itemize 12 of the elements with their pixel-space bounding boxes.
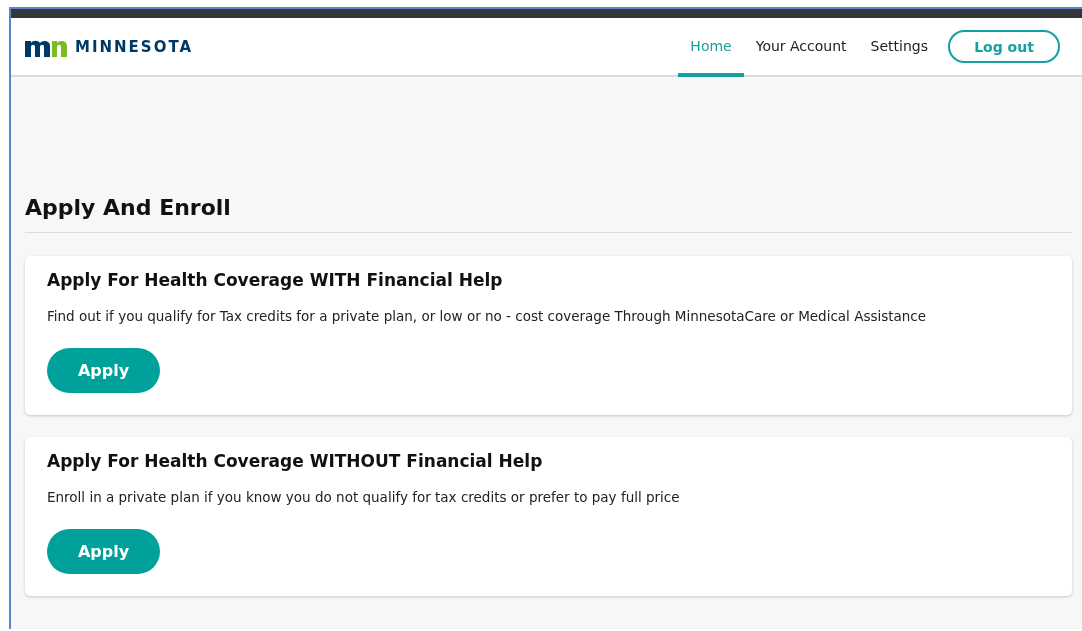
nav-tab[interactable]: Your Account (743, 18, 859, 77)
card-title: Apply For Health Coverage WITHOUT Financial Help (47, 451, 544, 471)
nav-tab[interactable]: Home (678, 18, 744, 77)
apply-button[interactable]: Apply (47, 348, 160, 393)
logout-button[interactable]: Log out (948, 30, 1060, 63)
nav-tab[interactable]: Settings (858, 18, 940, 77)
card-description: Enroll in a private plan if you know you do not qualify for tax credits or prefer to pay full price (47, 489, 681, 505)
card-title: Apply For Health Coverage WITH Financial Help (47, 270, 504, 290)
card-description: Find out if you qualify for Tax credits for a private plan, or low or no - cost coverage Through MinnesotaCare or Medical Assistance (47, 308, 928, 324)
logo-wordmark: MINNESOTA (75, 37, 194, 56)
apply-button[interactable]: Apply (47, 529, 160, 574)
page-title: Apply And Enroll (25, 195, 1072, 233)
